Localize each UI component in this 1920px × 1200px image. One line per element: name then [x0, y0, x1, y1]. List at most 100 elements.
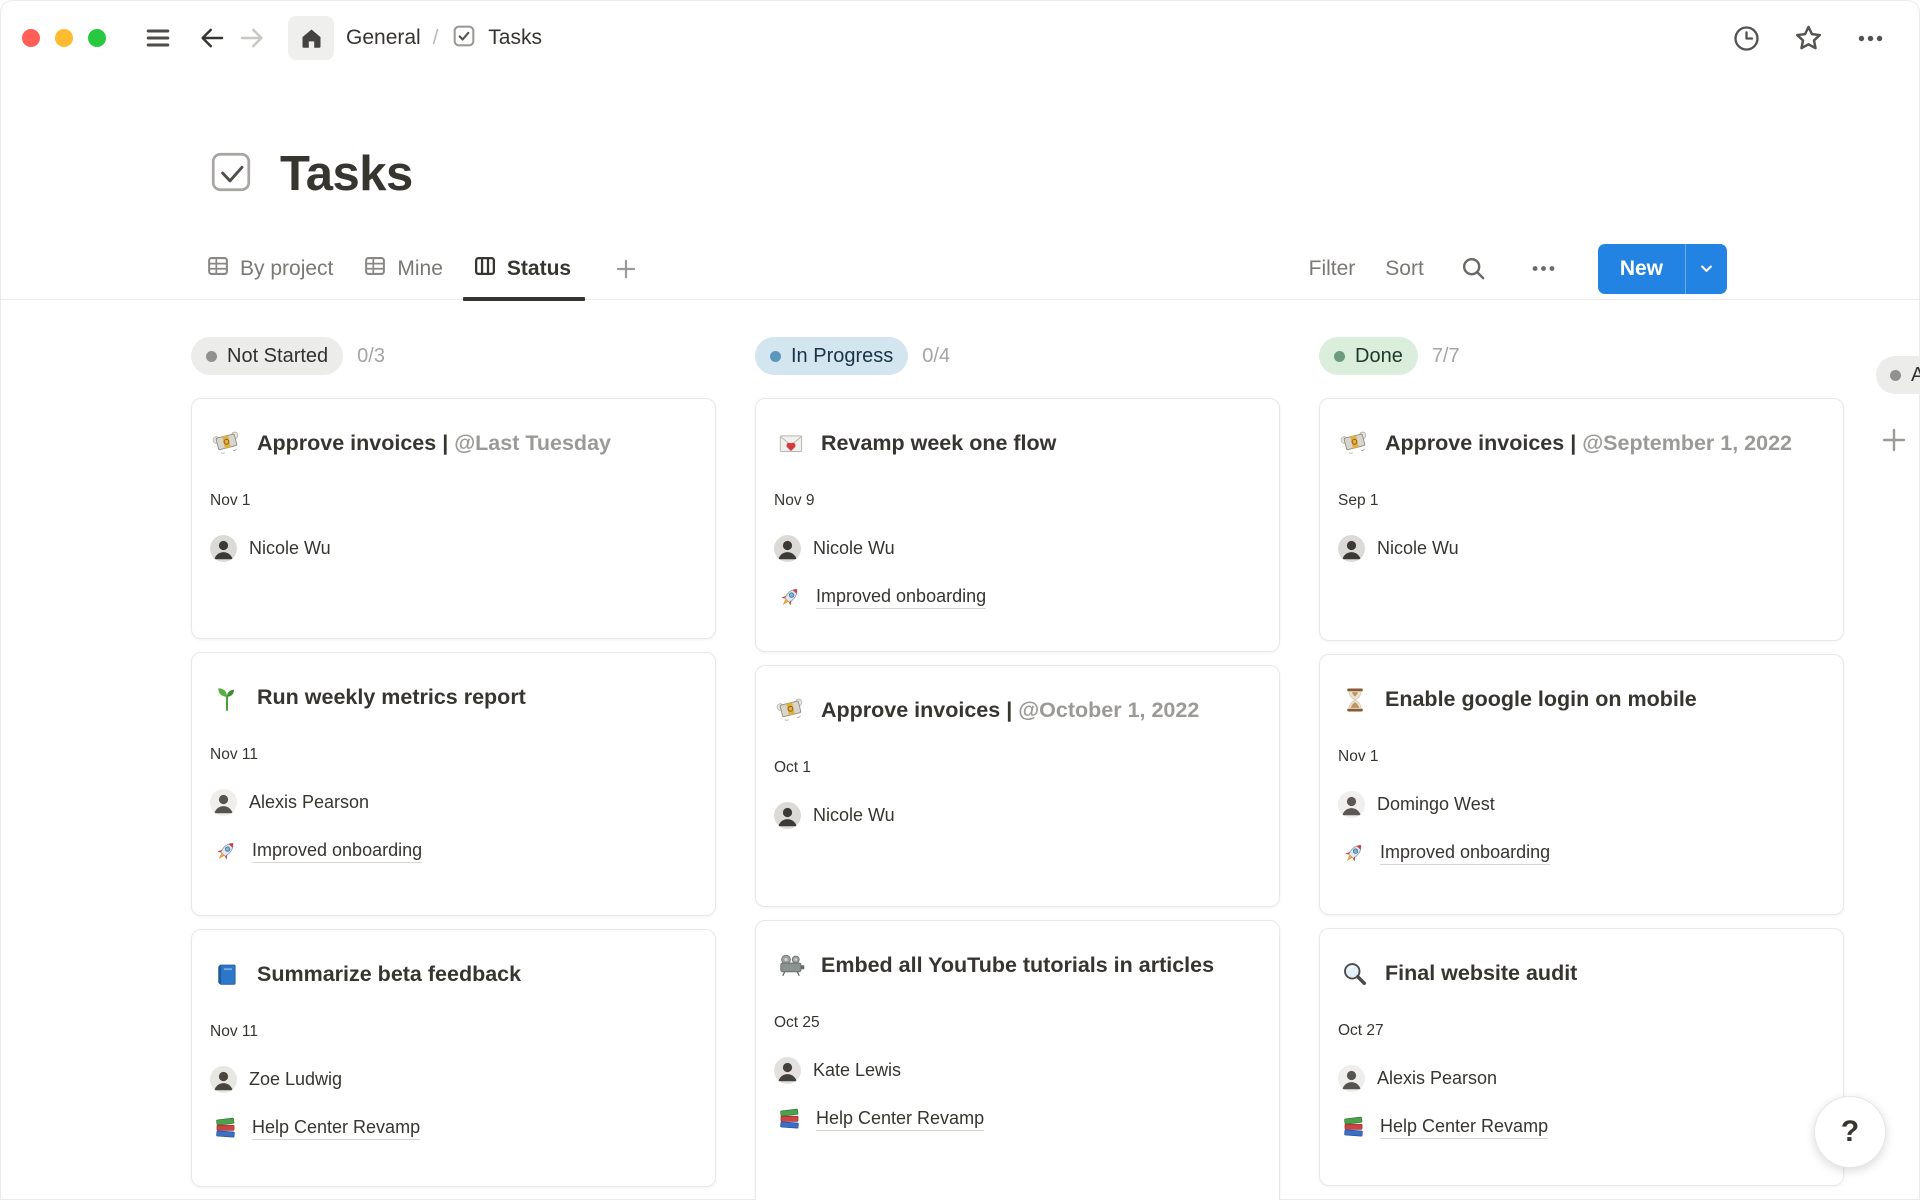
column-done: Done 7/7 Approve invoices | @September 1… — [1319, 337, 1844, 1200]
rocket-icon — [1338, 838, 1368, 868]
card-project-link[interactable]: Help Center Revamp — [210, 1113, 697, 1143]
titlebar: General / Tasks — [0, 0, 1920, 76]
forward-arrow-icon[interactable] — [232, 18, 272, 58]
card-title: Revamp week one flow — [821, 423, 1056, 464]
page-title[interactable]: Tasks — [280, 146, 413, 202]
table-view-icon — [363, 254, 387, 284]
card-project-link[interactable]: Help Center Revamp — [774, 1104, 1261, 1134]
page-header: Tasks — [0, 76, 1920, 202]
star-favorite-icon[interactable] — [1788, 18, 1828, 58]
task-card[interactable]: Final website audit Oct 27 Alexis Pearso… — [1319, 928, 1844, 1186]
date-mention: @October 1, 2022 — [1018, 698, 1199, 722]
card-assignee[interactable]: Alexis Pearson — [1338, 1065, 1825, 1092]
date-mention: @September 1, 2022 — [1582, 431, 1792, 455]
card-title: Summarize beta feedback — [257, 954, 521, 995]
money-with-wings-icon — [210, 427, 244, 461]
card-title: Approve invoices | @October 1, 2022 — [821, 690, 1199, 731]
task-card[interactable]: Summarize beta feedback Nov 11 Zoe Ludwi… — [191, 929, 716, 1187]
table-view-icon — [206, 254, 230, 284]
seedling-icon — [210, 681, 244, 715]
avatar — [210, 535, 237, 562]
card-project-link[interactable]: Improved onboarding — [210, 836, 697, 866]
status-badge[interactable]: In Progress — [755, 337, 908, 375]
card-assignee[interactable]: Nicole Wu — [774, 802, 1261, 829]
card-due-date: Oct 25 — [774, 1013, 1261, 1033]
view-options-ellipsis-icon[interactable] — [1524, 249, 1564, 289]
board-view-icon — [473, 254, 497, 284]
page-checkbox-icon — [208, 149, 254, 200]
breadcrumb-page[interactable]: Tasks — [450, 22, 542, 55]
chevron-down-icon[interactable] — [1685, 244, 1727, 294]
kanban-board: Not Started 0/3 Approve invoices | @Last… — [0, 300, 1920, 1200]
avatar — [1338, 791, 1365, 818]
avatar — [1338, 535, 1365, 562]
card-title: Approve invoices | @Last Tuesday — [257, 423, 611, 464]
card-project-link[interactable]: Help Center Revamp — [1338, 1112, 1825, 1142]
status-badge-clipped[interactable]: A — [1876, 356, 1920, 394]
filter-button[interactable]: Filter — [1309, 257, 1356, 281]
card-due-date: Oct 1 — [774, 758, 1261, 778]
tab-status[interactable]: Status — [473, 238, 571, 300]
help-button[interactable]: ? — [1814, 1096, 1886, 1168]
card-title: Enable google login on mobile — [1385, 679, 1697, 720]
avatar — [1338, 1065, 1365, 1092]
card-assignee[interactable]: Zoe Ludwig — [210, 1066, 697, 1093]
column-count: 0/3 — [357, 345, 385, 368]
film-projector-icon — [774, 949, 808, 983]
card-project-link[interactable]: Improved onboarding — [1338, 838, 1825, 868]
task-card[interactable]: Embed all YouTube tutorials in articles … — [755, 920, 1280, 1200]
checkbox-icon — [450, 22, 478, 55]
sort-button[interactable]: Sort — [1385, 257, 1424, 281]
avatar — [774, 535, 801, 562]
task-card[interactable]: Revamp week one flow Nov 9 Nicole Wu Imp… — [755, 398, 1280, 652]
window-controls — [22, 29, 106, 47]
card-project-link[interactable]: Improved onboarding — [774, 582, 1261, 612]
column-count: 0/4 — [922, 345, 950, 368]
task-card[interactable]: Approve invoices | @October 1, 2022 Oct … — [755, 665, 1280, 907]
books-icon — [210, 1113, 240, 1143]
card-assignee[interactable]: Nicole Wu — [210, 535, 697, 562]
status-badge[interactable]: Not Started — [191, 337, 343, 375]
tab-mine[interactable]: Mine — [363, 238, 443, 300]
avatar — [774, 802, 801, 829]
view-tabs-row: By project Mine Status Filter Sort — [0, 238, 1920, 300]
card-title: Run weekly metrics report — [257, 677, 526, 718]
money-with-wings-icon — [774, 694, 808, 728]
add-view-plus-icon[interactable] — [613, 238, 639, 300]
books-icon — [774, 1104, 804, 1134]
hourglass-icon — [1338, 683, 1372, 717]
column-in-progress: In Progress 0/4 Revamp week one flow Nov… — [755, 337, 1280, 1200]
card-assignee[interactable]: Nicole Wu — [1338, 535, 1825, 562]
card-title: Final website audit — [1385, 953, 1577, 994]
breadcrumb-separator: / — [433, 27, 439, 50]
breadcrumb-workspace[interactable]: General — [346, 26, 421, 50]
add-card-plus-icon[interactable] — [1878, 424, 1910, 461]
task-card[interactable]: Enable google login on mobile Nov 1 Domi… — [1319, 654, 1844, 915]
avatar — [210, 789, 237, 816]
status-badge[interactable]: Done — [1319, 337, 1418, 375]
card-assignee[interactable]: Nicole Wu — [774, 535, 1261, 562]
avatar — [210, 1066, 237, 1093]
tab-by-project[interactable]: By project — [206, 238, 333, 300]
minimize-window-button[interactable] — [55, 29, 73, 47]
task-card[interactable]: Approve invoices | @September 1, 2022 Se… — [1319, 398, 1844, 641]
search-icon[interactable] — [1454, 249, 1494, 289]
books-icon — [1338, 1112, 1368, 1142]
zoom-window-button[interactable] — [88, 29, 106, 47]
clock-history-icon[interactable] — [1726, 18, 1766, 58]
card-assignee[interactable]: Domingo West — [1338, 791, 1825, 818]
avatar — [774, 1057, 801, 1084]
more-ellipsis-icon[interactable] — [1850, 18, 1890, 58]
task-card[interactable]: Approve invoices | @Last Tuesday Nov 1 N… — [191, 398, 716, 639]
sidebar-toggle-icon[interactable] — [138, 18, 178, 58]
back-arrow-icon[interactable] — [192, 18, 232, 58]
card-assignee[interactable]: Alexis Pearson — [210, 789, 697, 816]
task-card[interactable]: Run weekly metrics report Nov 11 Alexis … — [191, 652, 716, 916]
card-assignee[interactable]: Kate Lewis — [774, 1057, 1261, 1084]
card-due-date: Nov 11 — [210, 745, 697, 765]
close-window-button[interactable] — [22, 29, 40, 47]
new-button[interactable]: New — [1598, 244, 1727, 294]
home-icon[interactable] — [288, 16, 334, 60]
column-not-started: Not Started 0/3 Approve invoices | @Last… — [191, 337, 716, 1200]
column-count: 7/7 — [1432, 345, 1460, 368]
